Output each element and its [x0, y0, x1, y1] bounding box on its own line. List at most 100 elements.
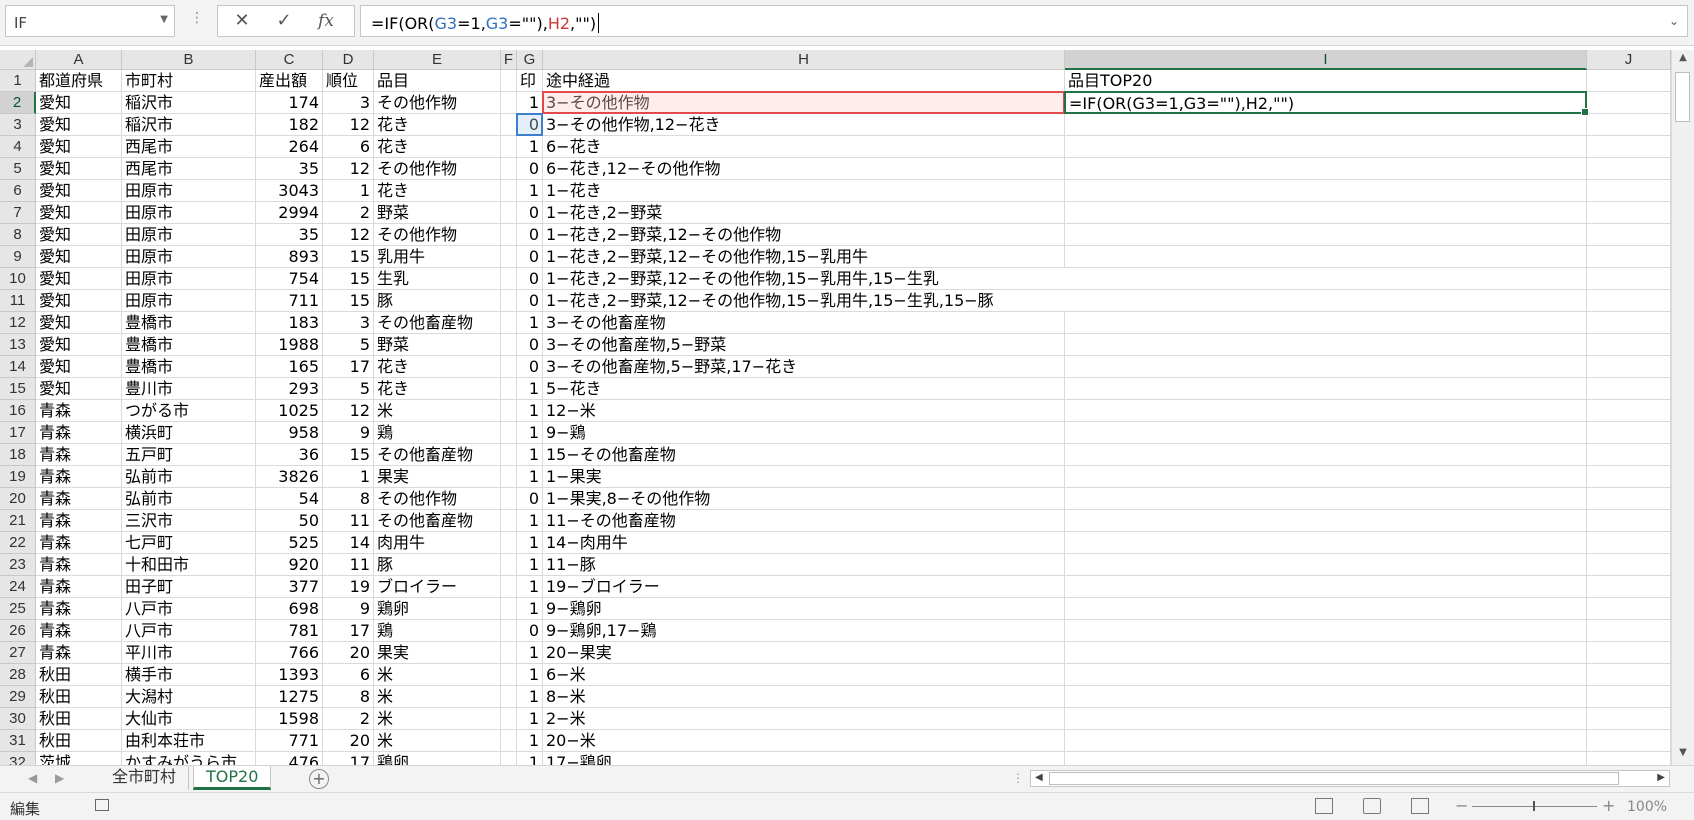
table-cell[interactable]: 0: [517, 620, 543, 642]
table-cell[interactable]: [501, 664, 517, 686]
table-cell[interactable]: 20−米: [543, 730, 1065, 752]
table-cell[interactable]: [501, 268, 517, 290]
table-cell[interactable]: 11−豚: [543, 554, 1065, 576]
zoom-in-icon[interactable]: +: [1602, 796, 1615, 815]
table-cell[interactable]: [1065, 136, 1587, 158]
table-cell[interactable]: 19−ブロイラー: [543, 576, 1065, 598]
table-cell[interactable]: 2: [323, 202, 374, 224]
table-cell[interactable]: 1: [517, 312, 543, 334]
table-cell[interactable]: 花き: [374, 180, 501, 202]
table-cell[interactable]: 田原市: [122, 224, 256, 246]
table-cell[interactable]: その他畜産物: [374, 312, 501, 334]
table-cell[interactable]: 豊川市: [122, 378, 256, 400]
table-cell[interactable]: 182: [256, 114, 323, 136]
table-cell[interactable]: [1587, 158, 1671, 180]
table-cell[interactable]: 0: [517, 356, 543, 378]
table-cell[interactable]: [1065, 114, 1587, 136]
table-cell[interactable]: 田原市: [122, 268, 256, 290]
table-cell[interactable]: 花き: [374, 136, 501, 158]
table-cell[interactable]: 17: [323, 356, 374, 378]
table-cell[interactable]: 1−花き,2−野菜: [543, 202, 1065, 224]
row-header[interactable]: 11: [0, 290, 36, 312]
split-handle-icon[interactable]: ⋮: [1012, 771, 1024, 785]
table-cell[interactable]: 0: [517, 202, 543, 224]
table-cell[interactable]: 12: [323, 114, 374, 136]
row-header[interactable]: 9: [0, 246, 36, 268]
table-cell[interactable]: 36: [256, 444, 323, 466]
table-cell[interactable]: 愛知: [36, 224, 122, 246]
table-cell[interactable]: [1587, 708, 1671, 730]
table-cell[interactable]: 17−鶏卵: [543, 752, 1065, 765]
table-cell[interactable]: 476: [256, 752, 323, 765]
table-cell[interactable]: 1: [517, 466, 543, 488]
table-cell[interactable]: 711: [256, 290, 323, 312]
table-cell[interactable]: 3: [323, 312, 374, 334]
table-cell[interactable]: 豚: [374, 290, 501, 312]
worksheet-grid[interactable]: ABCDEFGHIJ 1 都道府県 市町村 産出額 順位 品目印途中経過 品目TOP20 2 愛…: [0, 50, 1694, 765]
table-cell[interactable]: 9−鶏卵,17−鶏: [543, 620, 1065, 642]
vertical-scroll-thumb[interactable]: [1675, 72, 1690, 122]
table-cell[interactable]: 七戸町: [122, 532, 256, 554]
tab-all-municipalities[interactable]: 全市町村: [100, 766, 190, 790]
table-cell[interactable]: 愛知: [36, 246, 122, 268]
more-options-icon[interactable]: ⋮: [190, 10, 204, 26]
header-cell[interactable]: 都道府県: [36, 70, 122, 92]
table-cell[interactable]: 豚: [374, 554, 501, 576]
row-header[interactable]: 32: [0, 752, 36, 765]
table-cell[interactable]: [1065, 224, 1587, 246]
table-cell[interactable]: 鶏: [374, 422, 501, 444]
table-cell[interactable]: 6: [323, 136, 374, 158]
table-cell[interactable]: 11: [323, 510, 374, 532]
table-cell[interactable]: 1−花き,2−野菜,12−その他作物,15−乳用牛: [543, 246, 1065, 268]
table-cell[interactable]: 大仙市: [122, 708, 256, 730]
table-cell[interactable]: つがる市: [122, 400, 256, 422]
table-cell[interactable]: 0: [517, 246, 543, 268]
table-cell[interactable]: [1587, 356, 1671, 378]
table-cell[interactable]: [501, 400, 517, 422]
table-cell[interactable]: 三沢市: [122, 510, 256, 532]
table-cell[interactable]: 愛知: [36, 290, 122, 312]
table-cell[interactable]: [501, 576, 517, 598]
table-cell[interactable]: 6−花き,12−その他作物: [543, 158, 1065, 180]
table-cell[interactable]: [1065, 290, 1587, 312]
table-cell[interactable]: 野菜: [374, 202, 501, 224]
table-cell[interactable]: 2−米: [543, 708, 1065, 730]
table-cell[interactable]: [501, 246, 517, 268]
table-cell[interactable]: 愛知: [36, 180, 122, 202]
table-cell[interactable]: [1587, 290, 1671, 312]
table-cell[interactable]: その他作物: [374, 158, 501, 180]
table-cell[interactable]: 豊橋市: [122, 312, 256, 334]
insert-function-button[interactable]: fx: [312, 10, 340, 32]
table-cell[interactable]: 弘前市: [122, 488, 256, 510]
row-header[interactable]: 21: [0, 510, 36, 532]
table-cell[interactable]: [1587, 268, 1671, 290]
table-cell[interactable]: その他畜産物: [374, 444, 501, 466]
table-cell[interactable]: [501, 554, 517, 576]
table-cell[interactable]: 八戸市: [122, 620, 256, 642]
row-header[interactable]: 24: [0, 576, 36, 598]
table-cell[interactable]: その他作物: [374, 488, 501, 510]
table-cell[interactable]: [501, 730, 517, 752]
table-cell[interactable]: 米: [374, 730, 501, 752]
table-cell[interactable]: 3−その他畜産物,5−野菜: [543, 334, 1065, 356]
name-box[interactable]: IF ▼: [5, 5, 175, 37]
column-header-e[interactable]: E: [374, 50, 501, 70]
table-cell[interactable]: 754: [256, 268, 323, 290]
header-cell[interactable]: 印: [517, 70, 543, 92]
table-cell[interactable]: 秋田: [36, 730, 122, 752]
table-cell[interactable]: 1: [517, 576, 543, 598]
table-cell[interactable]: 五戸町: [122, 444, 256, 466]
table-cell[interactable]: 愛知: [36, 158, 122, 180]
table-cell[interactable]: 1: [517, 92, 543, 114]
table-cell[interactable]: 愛知: [36, 114, 122, 136]
table-cell[interactable]: [1065, 510, 1587, 532]
scroll-right-icon[interactable]: ▶: [1657, 772, 1665, 783]
table-cell[interactable]: [1587, 444, 1671, 466]
table-cell[interactable]: [1587, 664, 1671, 686]
table-cell[interactable]: 1: [517, 686, 543, 708]
table-cell[interactable]: 1: [517, 510, 543, 532]
table-cell[interactable]: 0: [517, 488, 543, 510]
table-cell[interactable]: 1: [323, 180, 374, 202]
tab-scroll-left-icon[interactable]: ◀: [28, 771, 37, 785]
table-cell[interactable]: 15: [323, 246, 374, 268]
